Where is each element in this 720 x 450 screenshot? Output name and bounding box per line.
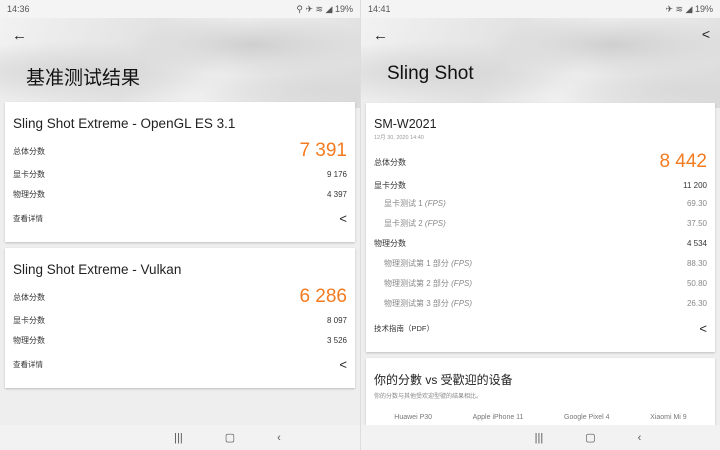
label: 物理测试第 1 部分 (FPS) [384, 258, 473, 268]
tech-guide-link[interactable]: 技术指南（PDF） [374, 323, 434, 334]
share-icon[interactable]: < [339, 211, 347, 226]
gpu-score: 11 200 [683, 180, 707, 190]
battery: ✈ ≋ ◢ 19% [665, 3, 713, 14]
battery: ⚲ ✈ ≋ ◢ 19% [296, 3, 353, 14]
label: 显卡测试 1 (FPS) [384, 198, 446, 208]
device-tab[interactable]: Huawei P30 [394, 414, 432, 421]
device-name: SM-W2021 [374, 117, 437, 131]
page-title: 基准测试结果 [26, 68, 141, 89]
label: 物理分数 [13, 189, 45, 199]
back-icon[interactable]: ‹ [638, 432, 642, 444]
comparison-title: 你的分數 vs 受歡迎的设备 [374, 373, 513, 387]
label: 物理分数 [13, 335, 45, 345]
share-icon[interactable]: < [699, 321, 707, 336]
status-bar: 14:41 ✈ ≋ ◢ 19% [361, 0, 720, 18]
label: 显卡分数 [13, 169, 45, 179]
right-screen: 14:41 ✈ ≋ ◢ 19% ← < Sling Shot SM-W2021 1… [360, 0, 720, 450]
nav-bar: ||| ▢ ‹ [361, 425, 720, 450]
overall-score: 6 286 [299, 286, 347, 307]
recents-icon[interactable]: ||| [535, 432, 544, 444]
test-date: 12月 30, 2020 14:40 [374, 135, 424, 141]
value: 26.30 [686, 298, 707, 308]
label: 物理分数 [374, 238, 406, 248]
card-title: Sling Shot Extreme - Vulkan [13, 262, 182, 277]
back-arrow-icon[interactable]: ← [373, 27, 388, 44]
header: ← 基准测试结果 [0, 18, 360, 108]
physics-score: 3 526 [326, 335, 347, 345]
back-icon[interactable]: ‹ [277, 432, 281, 444]
result-card-vulkan[interactable]: Sling Shot Extreme - Vulkan 总体分数 6 286 显卡… [5, 248, 355, 388]
label: 总体分数 [13, 292, 45, 302]
back-arrow-icon[interactable]: ← [12, 27, 27, 44]
label: 总体分数 [374, 157, 406, 167]
label: 物理测试第 2 部分 (FPS) [384, 278, 473, 288]
value: 50.80 [686, 278, 707, 288]
value: 88.30 [686, 258, 707, 268]
physics-score: 4 534 [686, 238, 707, 248]
view-details-link[interactable]: 查看详情 [13, 359, 43, 370]
page-title: Sling Shot [387, 63, 474, 84]
card-title: Sling Shot Extreme - OpenGL ES 3.1 [13, 116, 236, 131]
clock: 14:36 [7, 4, 30, 14]
share-icon[interactable]: < [339, 357, 347, 372]
comparison-subtitle: 你的分数与其他受欢迎型號的结果相比。 [374, 394, 483, 400]
device-tab[interactable]: Google Pixel 4 [564, 414, 610, 421]
gpu-score: 9 176 [326, 169, 347, 179]
view-details-link[interactable]: 查看详情 [13, 213, 43, 224]
result-detail-card: SM-W2021 12月 30, 2020 14:40 总体分数 8 442 显卡… [366, 103, 715, 352]
nav-bar: ||| ▢ ‹ [0, 425, 360, 450]
value: 69.30 [686, 198, 707, 208]
overall-score: 7 391 [299, 140, 347, 161]
share-icon[interactable]: < [702, 26, 710, 42]
label: 显卡测试 2 (FPS) [384, 218, 446, 228]
label: 物理测试第 3 部分 (FPS) [384, 298, 473, 308]
left-screen: 14:36 ⚲ ✈ ≋ ◢ 19% ← 基准测试结果 Sling Shot Ext… [0, 0, 360, 450]
label: 总体分数 [13, 146, 45, 156]
label: 显卡分数 [374, 180, 406, 190]
device-tab[interactable]: Xiaomi Mi 9 [650, 414, 687, 421]
device-tab[interactable]: Apple iPhone 11 [473, 414, 524, 421]
overall-score: 8 442 [659, 151, 707, 172]
status-bar: 14:36 ⚲ ✈ ≋ ◢ 19% [0, 0, 360, 18]
header: ← < Sling Shot [361, 18, 720, 108]
physics-score: 4 397 [326, 189, 347, 199]
clock: 14:41 [368, 4, 391, 14]
recents-icon[interactable]: ||| [174, 432, 183, 444]
home-icon[interactable]: ▢ [225, 431, 235, 444]
home-icon[interactable]: ▢ [585, 431, 595, 444]
value: 37.50 [686, 218, 707, 228]
result-card-opengl[interactable]: Sling Shot Extreme - OpenGL ES 3.1 总体分数 7… [5, 102, 355, 242]
gpu-score: 8 097 [326, 315, 347, 325]
label: 显卡分数 [13, 315, 45, 325]
